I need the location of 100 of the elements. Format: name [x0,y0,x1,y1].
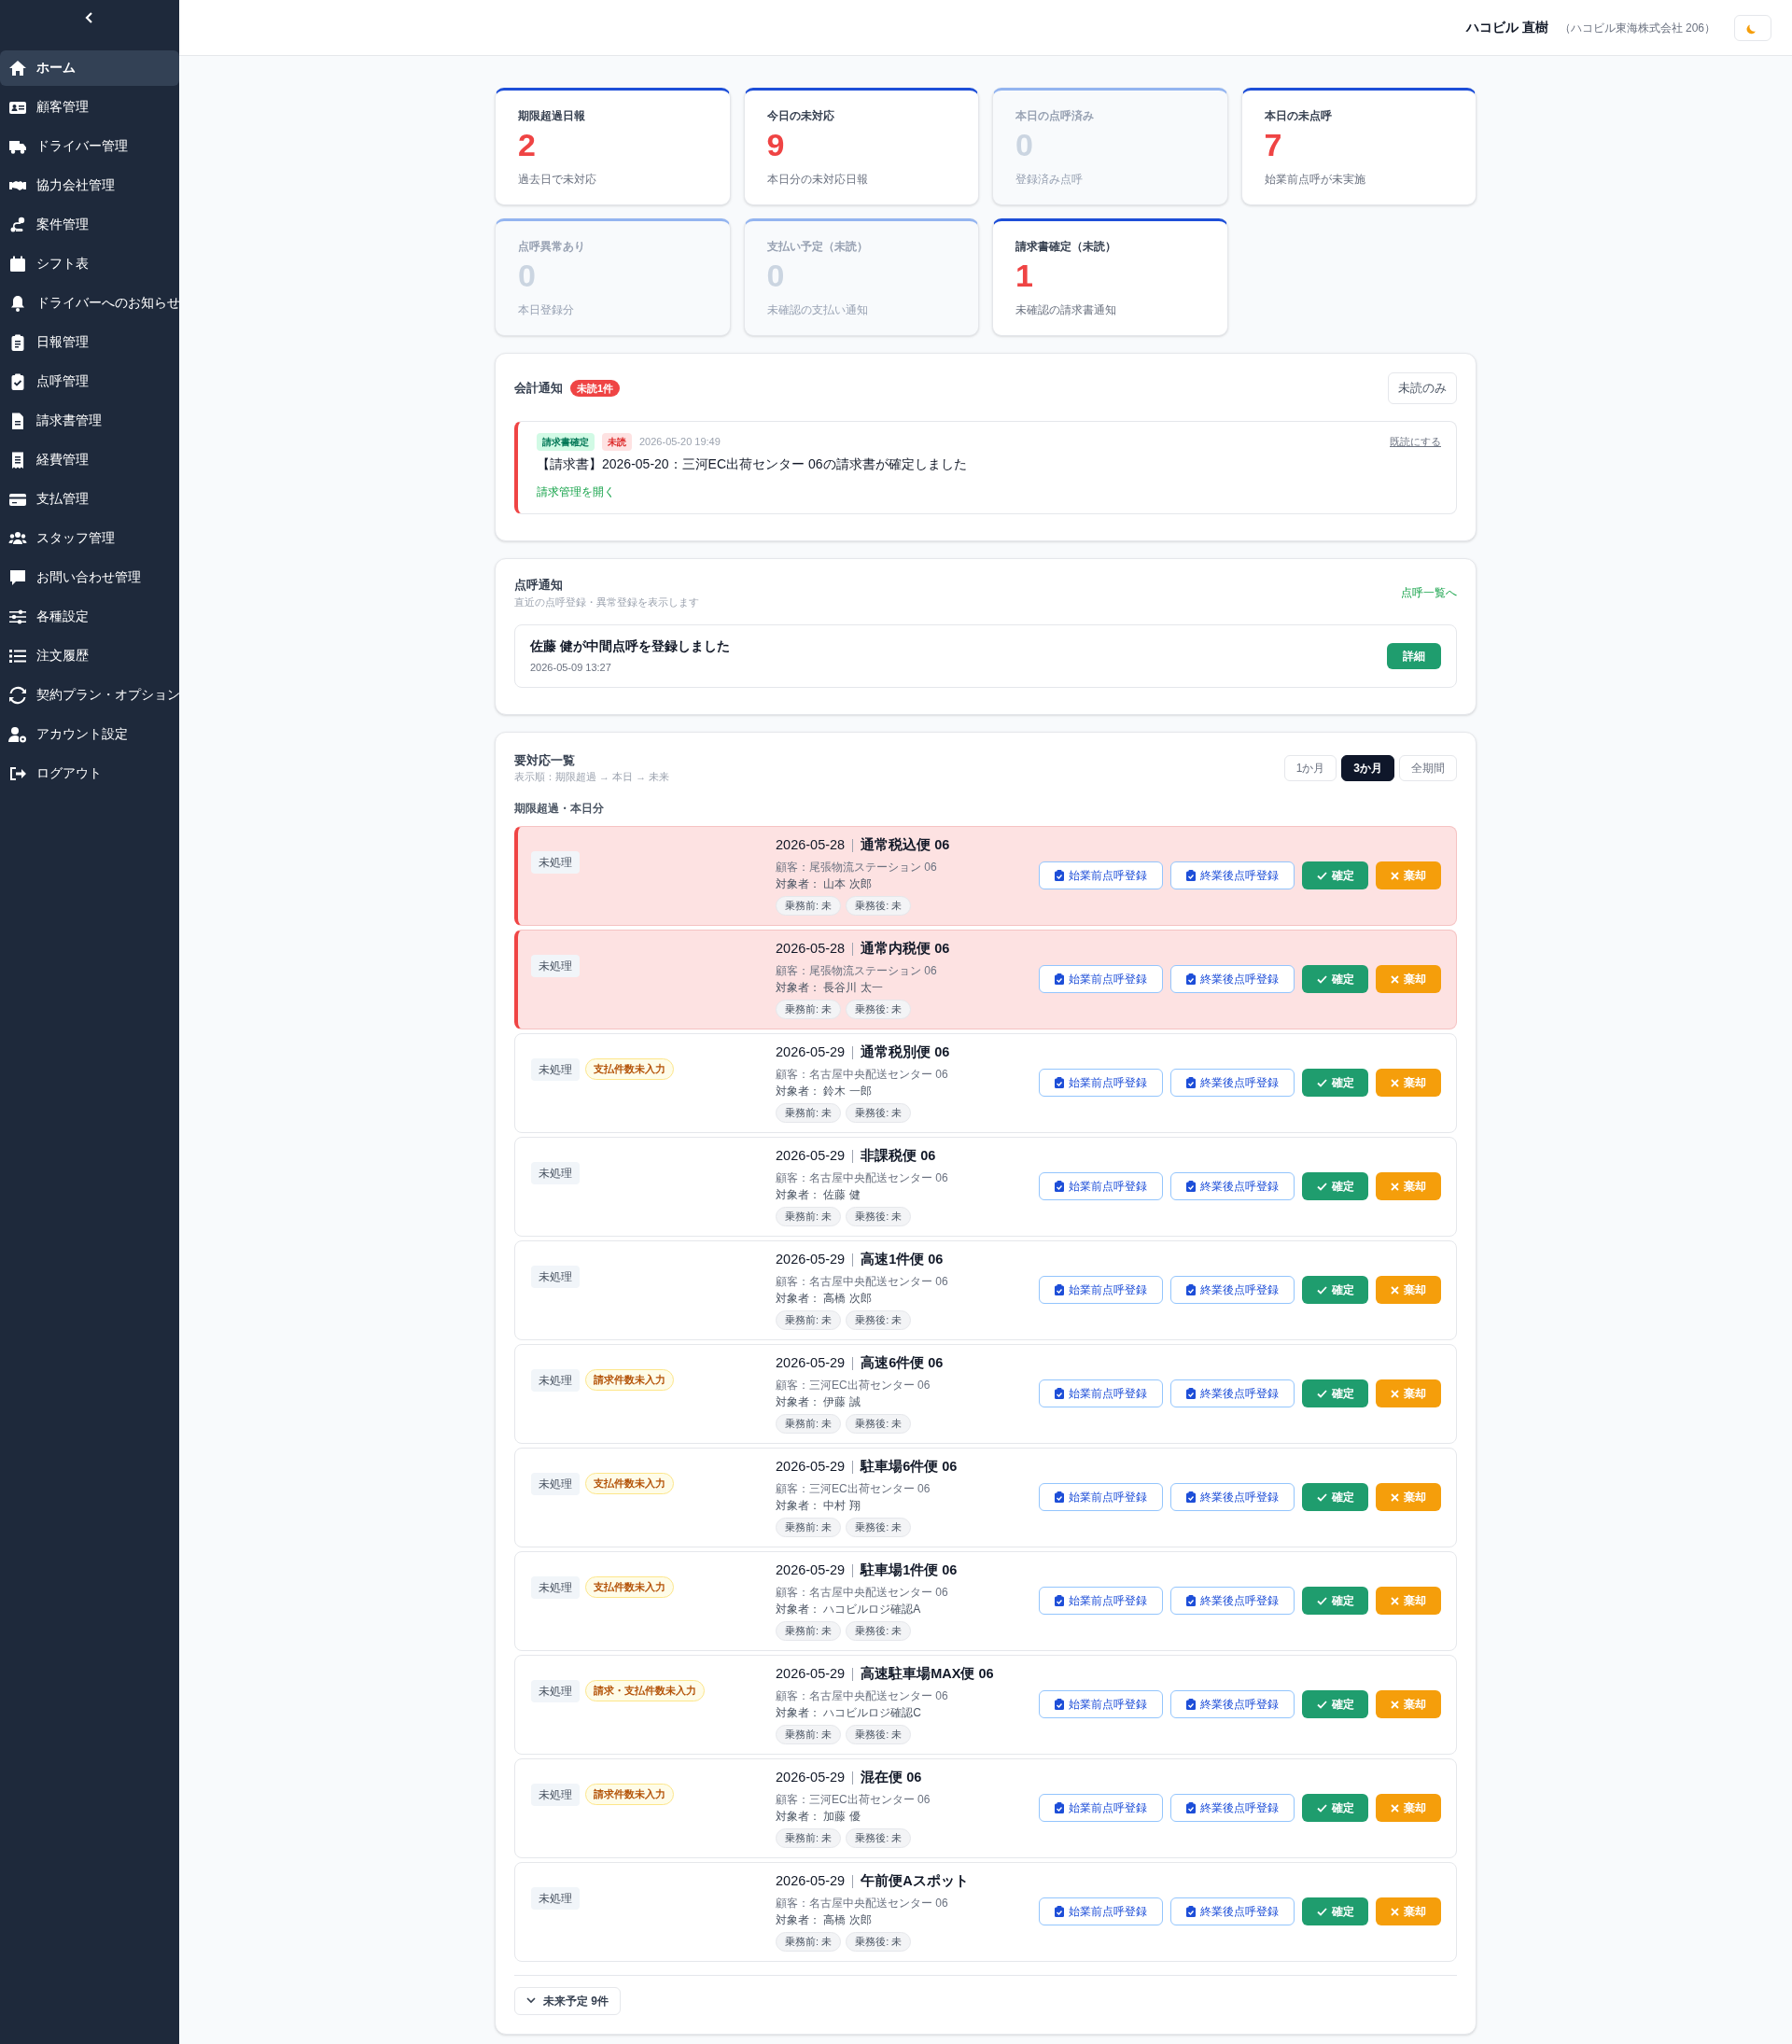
clipboard-check-icon [1186,1077,1196,1088]
sidebar-item[interactable]: 経費管理 [0,442,179,478]
pre-duty-roll-call-button[interactable]: 始業前点呼登録 [1039,1897,1163,1925]
post-duty-roll-call-button[interactable]: 終業後点呼登録 [1170,1794,1295,1822]
stat-note: 未確認の請求書通知 [1015,302,1117,318]
close-icon [1391,1285,1399,1295]
pre-duty-roll-call-button[interactable]: 始業前点呼登録 [1039,965,1163,993]
unread-filter-button[interactable]: 未読のみ [1388,372,1457,404]
clipboard-check-icon [1055,973,1064,985]
warning-tag: 支払件数未入力 [585,1473,674,1494]
list-icon [8,647,27,665]
sidebar-item[interactable]: スタッフ管理 [0,521,179,556]
customer-name: 顧客：尾張物流ステーション 06 [776,860,938,876]
assignee-name: 対象者： ハコビルロジ確認C [776,1705,922,1722]
pre-duty-roll-call-button[interactable]: 始業前点呼登録 [1039,861,1163,889]
customer-name: 顧客：名古屋中央配送センター 06 [776,1688,949,1705]
post-duty-roll-call-button[interactable]: 終業後点呼登録 [1170,1276,1295,1304]
duty-status-chip: 乗務後: 未 [846,1518,912,1537]
clipboard-check-icon [1186,1595,1196,1606]
sidebar-item[interactable]: シフト表 [0,246,179,282]
chevron-down-icon [526,1997,536,2004]
stat-note: 本日登録分 [518,302,575,318]
duty-status-chip: 乗務後: 未 [846,1725,912,1744]
stat-note: 未確認の支払い通知 [766,302,869,318]
post-duty-roll-call-button[interactable]: 終業後点呼登録 [1170,1069,1295,1097]
duty-status-chip: 乗務前: 未 [776,1621,842,1641]
sidebar-item[interactable]: 契約プラン・オプション [0,678,179,713]
clipboard-check-icon [1186,1906,1196,1917]
clipboard-check-icon [1055,1077,1064,1088]
sidebar-item[interactable]: 点呼管理 [0,364,179,399]
chevron-left-icon [84,11,95,24]
task-date: 2026-05-29 [776,1251,846,1269]
sidebar-item[interactable]: 注文履歴 [0,638,179,674]
pre-duty-roll-call-button[interactable]: 始業前点呼登録 [1039,1379,1163,1407]
clipboard-check-icon [1055,1595,1064,1606]
sidebar-item[interactable]: 案件管理 [0,207,179,243]
task-date: 2026-05-28 [776,836,846,855]
task-title: 高速駐車場MAX便 06 [861,1665,994,1684]
user-gear-icon [8,725,27,744]
task-date: 2026-05-29 [776,1872,846,1891]
sidebar-item[interactable]: 日報管理 [0,325,179,360]
period-tab[interactable]: 3か月 [1341,754,1394,781]
pre-duty-roll-call-button[interactable]: 始業前点呼登録 [1039,1276,1163,1304]
future-schedule-button[interactable]: 未来予定 9件 [514,1986,621,2015]
check-icon [1316,1700,1327,1709]
task-title: 混在便 06 [861,1769,922,1787]
sidebar-item[interactable]: ホーム [0,50,179,86]
task-title: 高速1件便 06 [861,1251,944,1269]
theme-toggle-button[interactable] [1734,14,1771,41]
duty-status-chip: 乗務後: 未 [846,1000,912,1019]
stat-note: 始業前点呼が未実施 [1264,172,1366,188]
sidebar-item[interactable]: 顧客管理 [0,90,179,125]
post-duty-roll-call-button[interactable]: 終業後点呼登録 [1170,1690,1295,1718]
clipboard-check-icon [1186,973,1196,985]
task-date: 2026-05-28 [776,940,846,959]
post-duty-roll-call-button[interactable]: 終業後点呼登録 [1170,1483,1295,1511]
pre-duty-roll-call-button[interactable]: 始業前点呼登録 [1039,1794,1163,1822]
open-invoices-link[interactable]: 請求管理を開く [537,483,615,500]
sidebar-item[interactable]: 請求書管理 [0,403,179,439]
pre-duty-roll-call-button[interactable]: 始業前点呼登録 [1039,1172,1163,1200]
route-icon [8,216,27,234]
stat-value: 1 [1015,257,1034,295]
sidebar-item[interactable]: アカウント設定 [0,717,179,752]
period-tab[interactable]: 1か月 [1283,754,1337,781]
pre-duty-roll-call-button[interactable]: 始業前点呼登録 [1039,1587,1163,1615]
sidebar-item[interactable]: ドライバー管理 [0,129,179,164]
warning-tag: 支払件数未入力 [585,1576,674,1598]
close-icon [1391,1492,1399,1502]
post-duty-roll-call-button[interactable]: 終業後点呼登録 [1170,1379,1295,1407]
check-icon [1316,974,1327,984]
post-duty-roll-call-button[interactable]: 終業後点呼登録 [1170,1172,1295,1200]
warning-tag: 請求件数未入力 [585,1369,674,1391]
pre-duty-roll-call-button[interactable]: 始業前点呼登録 [1039,1069,1163,1097]
close-icon [1391,1389,1399,1398]
bell-icon [8,294,27,313]
duty-status-chip: 乗務後: 未 [846,1103,912,1123]
sidebar-item[interactable]: 支払管理 [0,482,179,517]
clipboard-check-icon [1186,1181,1196,1192]
mark-read-link[interactable]: 既読にする [1390,434,1441,450]
close-icon [1391,1078,1399,1087]
assignee-name: 対象者： 鈴木 一郎 [776,1084,873,1100]
sidebar-item[interactable]: 協力会社管理 [0,168,179,203]
check-icon [1316,1907,1327,1916]
stat-value: 2 [518,126,537,164]
sidebar-item[interactable]: 各種設定 [0,599,179,635]
post-duty-roll-call-button[interactable]: 終業後点呼登録 [1170,1587,1295,1615]
sliders-icon [8,608,27,626]
sidebar-item[interactable]: お問い合わせ管理 [0,560,179,595]
clipboard-check-icon [1055,870,1064,881]
duty-status-chip: 乗務前: 未 [776,1828,842,1848]
post-duty-roll-call-button[interactable]: 終業後点呼登録 [1170,1897,1295,1925]
sidebar-item[interactable]: ドライバーへのお知らせ [0,286,179,321]
period-tab[interactable]: 全期間 [1399,754,1457,781]
pre-duty-roll-call-button[interactable]: 始業前点呼登録 [1039,1483,1163,1511]
post-duty-roll-call-button[interactable]: 終業後点呼登録 [1170,965,1295,993]
post-duty-roll-call-button[interactable]: 終業後点呼登録 [1170,861,1295,889]
roll-call-list-link[interactable]: 点呼一覧へ [1401,584,1457,601]
sidebar-item[interactable]: ログアウト [0,756,179,791]
pre-duty-roll-call-button[interactable]: 始業前点呼登録 [1039,1690,1163,1718]
clipboard-check-icon [1055,1699,1064,1710]
